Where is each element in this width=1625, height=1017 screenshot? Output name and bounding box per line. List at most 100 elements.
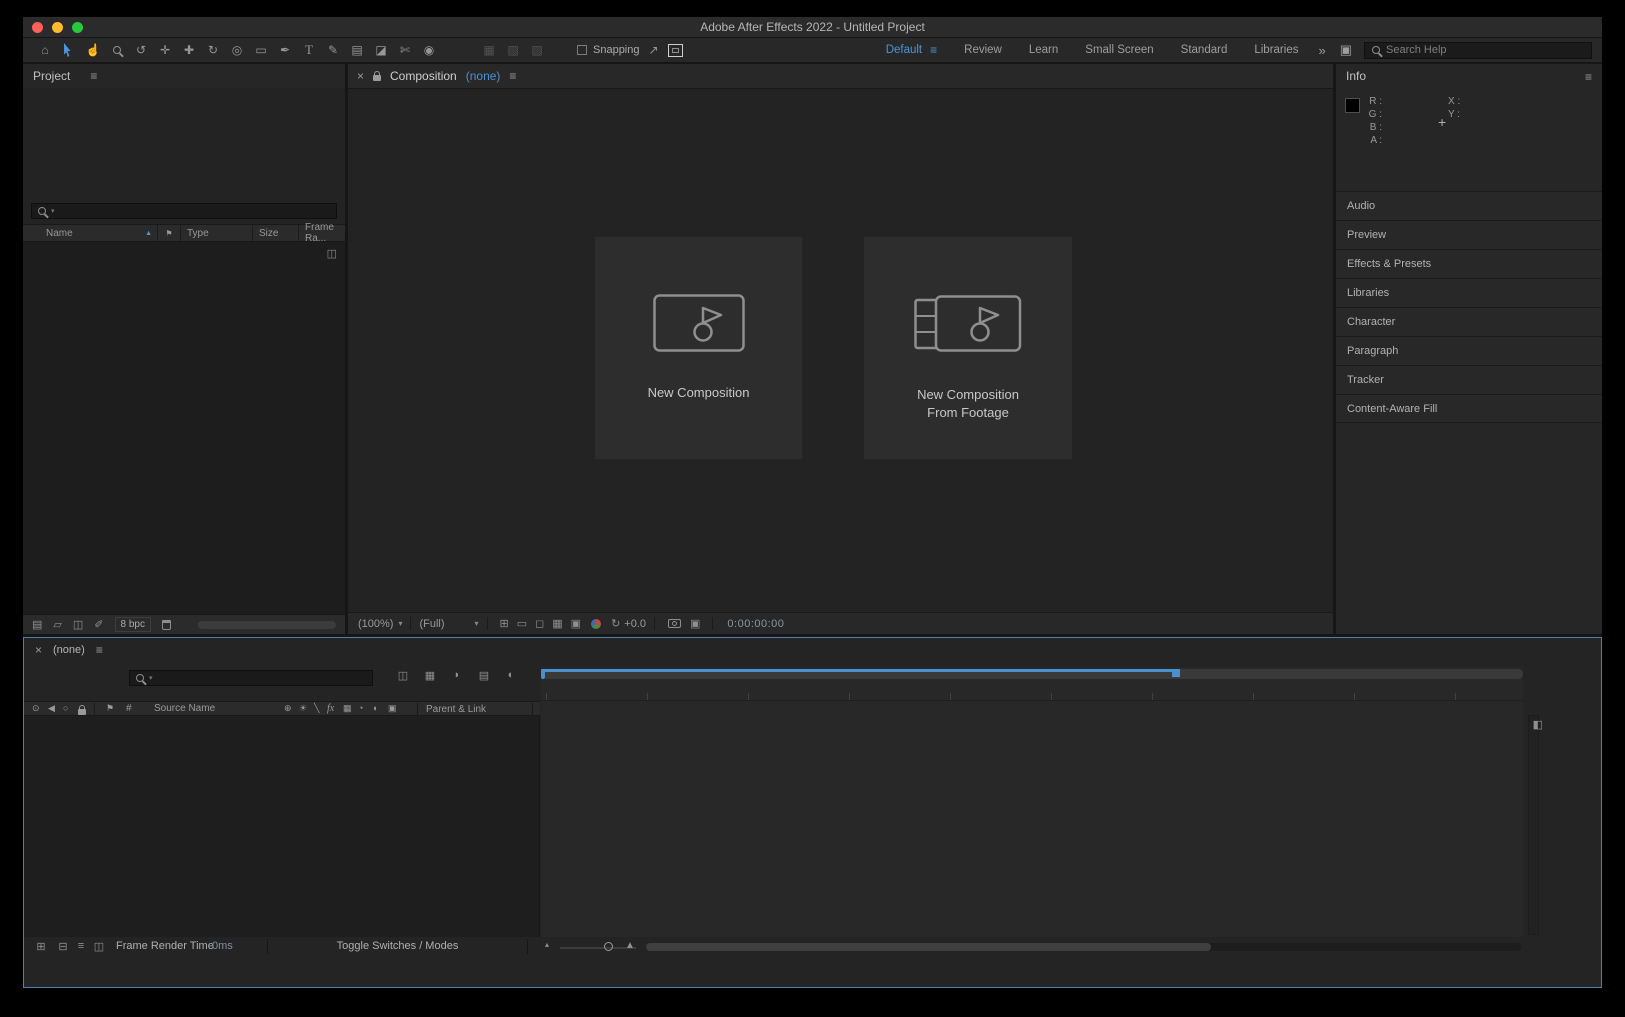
work-area-active-range[interactable] [541,669,1176,672]
project-search-field[interactable]: ▾ [31,203,337,219]
effects-switch-icon[interactable]: fx [327,703,334,714]
project-settings-icon[interactable]: ✐ [94,618,103,631]
trash-icon[interactable] [162,620,171,630]
show-snapshot-icon[interactable]: ▣ [690,617,700,630]
panel-tab-audio[interactable]: Audio [1336,191,1602,220]
panel-tab-content-aware-fill[interactable]: Content-Aware Fill [1336,394,1602,423]
timeline-panel-menu-icon[interactable]: ≡ [96,643,103,657]
brush-tool-icon[interactable]: ✎ [321,40,345,61]
region-of-interest-icon[interactable]: ◻ [535,617,544,630]
workspace-tab-standard[interactable]: Standard [1181,44,1228,56]
snapping-checkbox[interactable] [577,45,587,55]
3d-layer-switch-icon[interactable]: ▣ [388,703,397,714]
zoom-in-icon[interactable]: ▲ [625,940,635,951]
info-panel-menu-icon[interactable]: ≡ [1585,70,1592,84]
column-name[interactable]: Name ▲ [23,225,158,241]
timeline-horizontal-scrollbar[interactable] [646,943,1521,951]
zoom-out-icon[interactable]: ▴ [545,940,549,949]
timeline-tab-label[interactable]: (none) [53,644,85,656]
project-tab-label[interactable]: Project [33,69,70,83]
hand-tool-icon[interactable]: ☝ [81,40,105,61]
scrollbar-thumb[interactable] [646,943,1211,951]
magnification-select[interactable]: (100%) [358,618,393,630]
sort-ascending-icon[interactable]: ▲ [145,230,152,237]
draft-3d-icon[interactable]: ▦ [423,669,437,682]
panel-tab-character[interactable]: Character [1336,307,1602,336]
comp-marker-bin-icon[interactable]: ◧ [1533,718,1543,731]
parent-link-column-label[interactable]: Parent & Link [417,703,533,715]
pixel-aspect-correction-icon[interactable]: ▣ [571,617,581,630]
orbit-camera-tool-icon[interactable]: ↺ [129,40,153,61]
timeline-zoom-handle[interactable] [604,942,613,951]
grid-and-guides-icon[interactable]: ⊞ [500,617,509,630]
expand-layer-switches-icon[interactable]: ⊞ [34,940,48,953]
home-tool-icon[interactable]: ⌂ [33,40,57,61]
rotation-tool-icon[interactable]: ↻ [201,40,225,61]
close-tab-icon[interactable]: × [35,643,42,657]
transparency-grid-icon[interactable]: ▦ [552,617,562,630]
motion-blur-switch-icon[interactable]: ◔ [358,703,363,713]
workspace-tab-learn[interactable]: Learn [1029,44,1058,56]
column-type[interactable]: Type [181,225,253,241]
selection-tool-icon[interactable] [57,40,81,61]
lock-column-icon[interactable] [78,709,86,715]
column-size[interactable]: Size [253,225,299,241]
type-tool-icon[interactable]: T [297,40,321,61]
pan-camera-tool-icon[interactable]: ✛ [153,40,177,61]
work-area-bar[interactable] [541,669,1523,679]
expand-in-out-icon[interactable]: ≡ [74,940,88,952]
adjustment-layer-switch-icon[interactable]: ◐ [373,703,378,713]
column-frame-rate[interactable]: Frame Ra... [299,225,345,241]
new-composition-from-footage-button[interactable]: New Composition From Footage [864,237,1072,459]
timeline-search-field[interactable]: ▾ [129,670,373,686]
take-snapshot-icon[interactable] [668,619,681,628]
eraser-tool-icon[interactable]: ◪ [369,40,393,61]
panel-tab-tracker[interactable]: Tracker [1336,365,1602,394]
mask-visibility-icon[interactable]: ▭ [517,617,527,630]
render-time-toggle-icon[interactable]: ◫ [92,940,106,953]
clone-stamp-tool-icon[interactable]: ▤ [345,40,369,61]
new-folder-icon[interactable]: ▱ [53,618,61,631]
new-composition-icon[interactable]: ◫ [73,618,83,631]
audio-icon[interactable]: ◀ [48,703,55,714]
layer-list-area[interactable] [24,716,540,937]
project-horizontal-scrollbar[interactable] [198,621,336,629]
label-color-icon[interactable]: ⚑ [106,703,114,714]
workspace-tab-default[interactable]: Default ≡ [886,43,937,57]
close-tab-icon[interactable]: × [357,69,364,83]
workspace-menu-icon[interactable]: ≡ [930,43,937,57]
mini-flowchart-icon[interactable]: ◫ [396,669,410,682]
project-panel-menu-icon[interactable]: ≡ [90,69,97,83]
work-area-end-handle[interactable] [1172,669,1180,677]
timeline-vertical-scrollbar[interactable] [1528,715,1539,935]
motion-blur-icon[interactable]: ◐ [504,669,518,682]
zoom-tool-icon[interactable] [105,40,129,61]
composition-tab-label[interactable]: Composition [390,69,457,83]
interpret-footage-icon[interactable]: ▤ [32,618,42,631]
column-label-color[interactable]: ⚑ [158,225,181,241]
expand-transfer-controls-icon[interactable]: ⊟ [56,940,70,953]
help-search-field[interactable] [1364,42,1592,59]
roto-brush-tool-icon[interactable]: ✄ [393,40,417,61]
panel-tab-preview[interactable]: Preview [1336,220,1602,249]
exposure-value[interactable]: +0.0 [624,618,646,630]
puppet-pin-tool-icon[interactable]: ◉ [417,40,441,61]
new-composition-button[interactable]: New Composition [595,237,802,459]
pen-tool-icon[interactable]: ✒ [273,40,297,61]
frame-blending-icon[interactable]: ▤ [477,669,491,682]
layer-number-column-label[interactable]: # [126,703,132,714]
dolly-camera-tool-icon[interactable]: ✚ [177,40,201,61]
show-channel-icon[interactable] [591,619,601,629]
snap-features-icon[interactable] [668,44,683,57]
solo-icon[interactable]: ○ [63,703,68,713]
workspace-tab-small-screen[interactable]: Small Screen [1085,44,1153,56]
composition-panel-menu-icon[interactable]: ≡ [509,69,516,83]
reset-exposure-icon[interactable]: ↻ [611,617,620,630]
workspace-tab-libraries[interactable]: Libraries [1254,44,1298,56]
shy-switch-icon[interactable]: ⊕ [284,703,292,714]
hide-shy-layers-icon[interactable]: ◗ [450,669,464,682]
collapse-switch-icon[interactable]: ☀ [299,703,307,714]
info-tab-label[interactable]: Info [1346,69,1366,83]
manage-workspaces-icon[interactable]: ▣ [1340,42,1352,58]
project-item-list[interactable]: ◫ [23,242,345,614]
